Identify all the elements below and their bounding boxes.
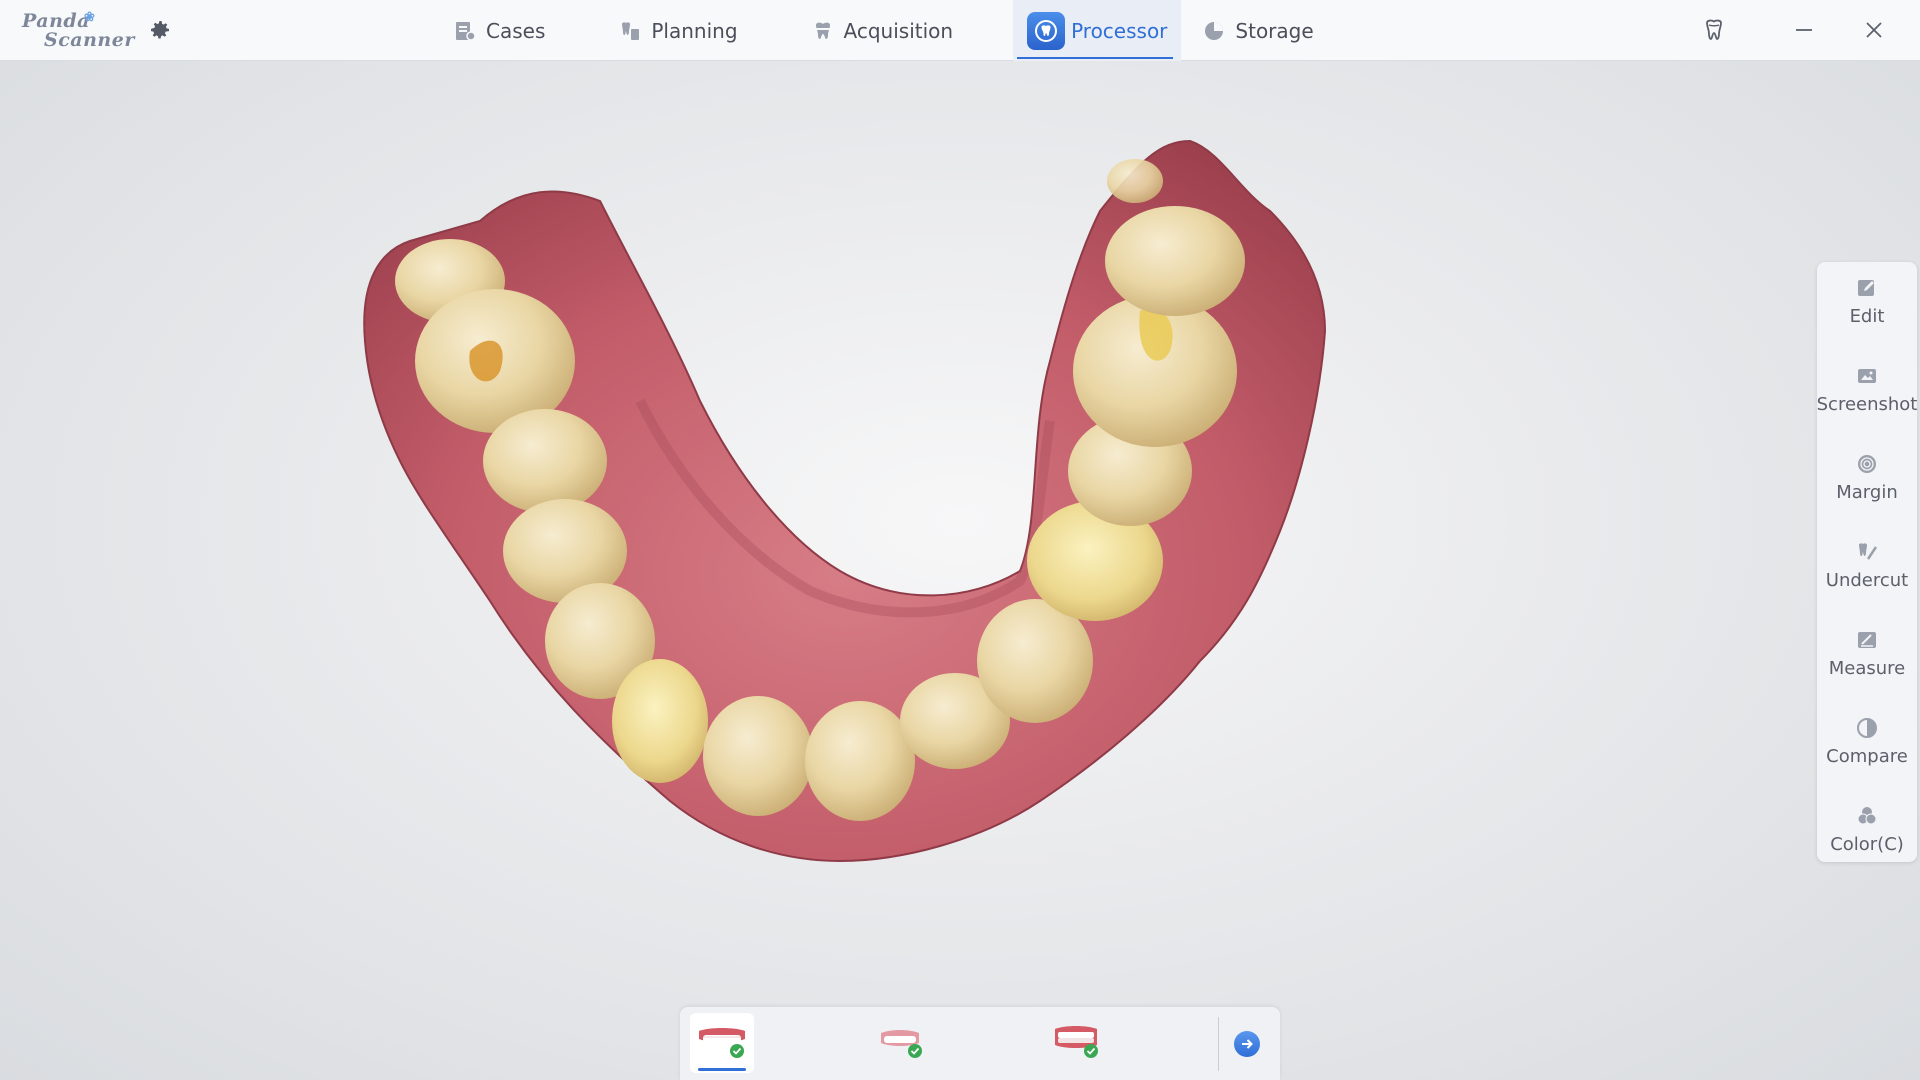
- screenshot-label: Screenshot: [1816, 394, 1918, 415]
- measure-tool[interactable]: Measure: [1817, 614, 1917, 694]
- tooth-icon: [1706, 19, 1722, 40]
- arrow-right-icon: [1242, 1039, 1253, 1049]
- lower-jaw-button[interactable]: [868, 1013, 932, 1073]
- tab-acquisition-label: Acquisition: [843, 18, 954, 43]
- undercut-label: Undercut: [1825, 570, 1909, 591]
- minimize-icon: [1796, 29, 1812, 31]
- margin-tool[interactable]: Margin: [1817, 438, 1917, 518]
- measure-label: Measure: [1828, 658, 1906, 679]
- lower-jaw-complete-icon: [881, 1030, 922, 1058]
- compare-label: Compare: [1826, 746, 1908, 767]
- tab-storage[interactable]: Storage: [1189, 0, 1327, 61]
- margin-icon: [1858, 455, 1876, 473]
- storage-icon: [1205, 21, 1224, 40]
- next-step-button[interactable]: [1234, 1031, 1260, 1057]
- tab-planning-label: Planning: [651, 18, 738, 43]
- bar-divider: [1218, 1017, 1219, 1071]
- bite-complete-icon: [1055, 1026, 1098, 1058]
- tooth-view-button[interactable]: [1700, 16, 1728, 44]
- close-button[interactable]: [1860, 16, 1888, 44]
- dental-arch-model[interactable]: [340, 101, 1560, 1021]
- tab-cases[interactable]: Cases: [440, 0, 559, 61]
- gear-icon: [151, 21, 169, 39]
- upper-jaw-complete-icon: [699, 1028, 745, 1058]
- app-logo: Panda ❀ Scanner: [20, 8, 134, 52]
- compare-icon: [1857, 718, 1877, 738]
- close-icon: [1866, 22, 1882, 38]
- logo-line2: Scanner: [44, 29, 135, 51]
- acquisition-icon: [815, 22, 830, 39]
- tab-processor[interactable]: Processor: [1013, 0, 1182, 61]
- main-nav: Cases Planning Acquisition Processor Sto…: [440, 0, 1374, 61]
- edit-label: Edit: [1849, 306, 1885, 327]
- color-label: Color(C): [1830, 834, 1904, 855]
- tab-acquisition[interactable]: Acquisition: [798, 0, 968, 61]
- top-bar: Panda ❀ Scanner Cases Planning Acquisiti…: [0, 0, 1920, 61]
- settings-button[interactable]: [148, 18, 172, 42]
- tab-planning[interactable]: Planning: [605, 0, 751, 61]
- margin-label: Margin: [1836, 482, 1898, 503]
- undercut-tool[interactable]: Undercut: [1817, 526, 1917, 606]
- compare-tool[interactable]: Compare: [1817, 702, 1917, 782]
- paw-icon: ❀: [84, 10, 95, 25]
- cases-icon: [456, 21, 476, 41]
- screenshot-tool[interactable]: Screenshot: [1817, 350, 1917, 430]
- measure-icon: [1858, 632, 1876, 648]
- upper-jaw-button[interactable]: [690, 1013, 754, 1073]
- minimize-button[interactable]: [1790, 16, 1818, 44]
- bite-scan-button[interactable]: [1044, 1013, 1108, 1073]
- screenshot-icon: [1858, 369, 1876, 383]
- tab-processor-label: Processor: [1071, 18, 1168, 43]
- tab-cases-label: Cases: [486, 18, 546, 43]
- scan-selector-bar: [680, 1007, 1280, 1080]
- color-icon: [1857, 807, 1877, 825]
- undercut-icon: [1859, 543, 1878, 560]
- edit-tool[interactable]: Edit: [1817, 262, 1917, 342]
- processor-icon: [1027, 11, 1066, 50]
- color-tool[interactable]: Color(C): [1817, 790, 1917, 870]
- 3d-viewport[interactable]: Edit Screenshot Margin Undercut Measure …: [0, 61, 1920, 1080]
- tools-panel: Edit Screenshot Margin Undercut Measure …: [1817, 262, 1917, 862]
- planning-icon: [622, 21, 640, 40]
- edit-icon: [1858, 280, 1874, 296]
- tab-storage-label: Storage: [1235, 18, 1314, 43]
